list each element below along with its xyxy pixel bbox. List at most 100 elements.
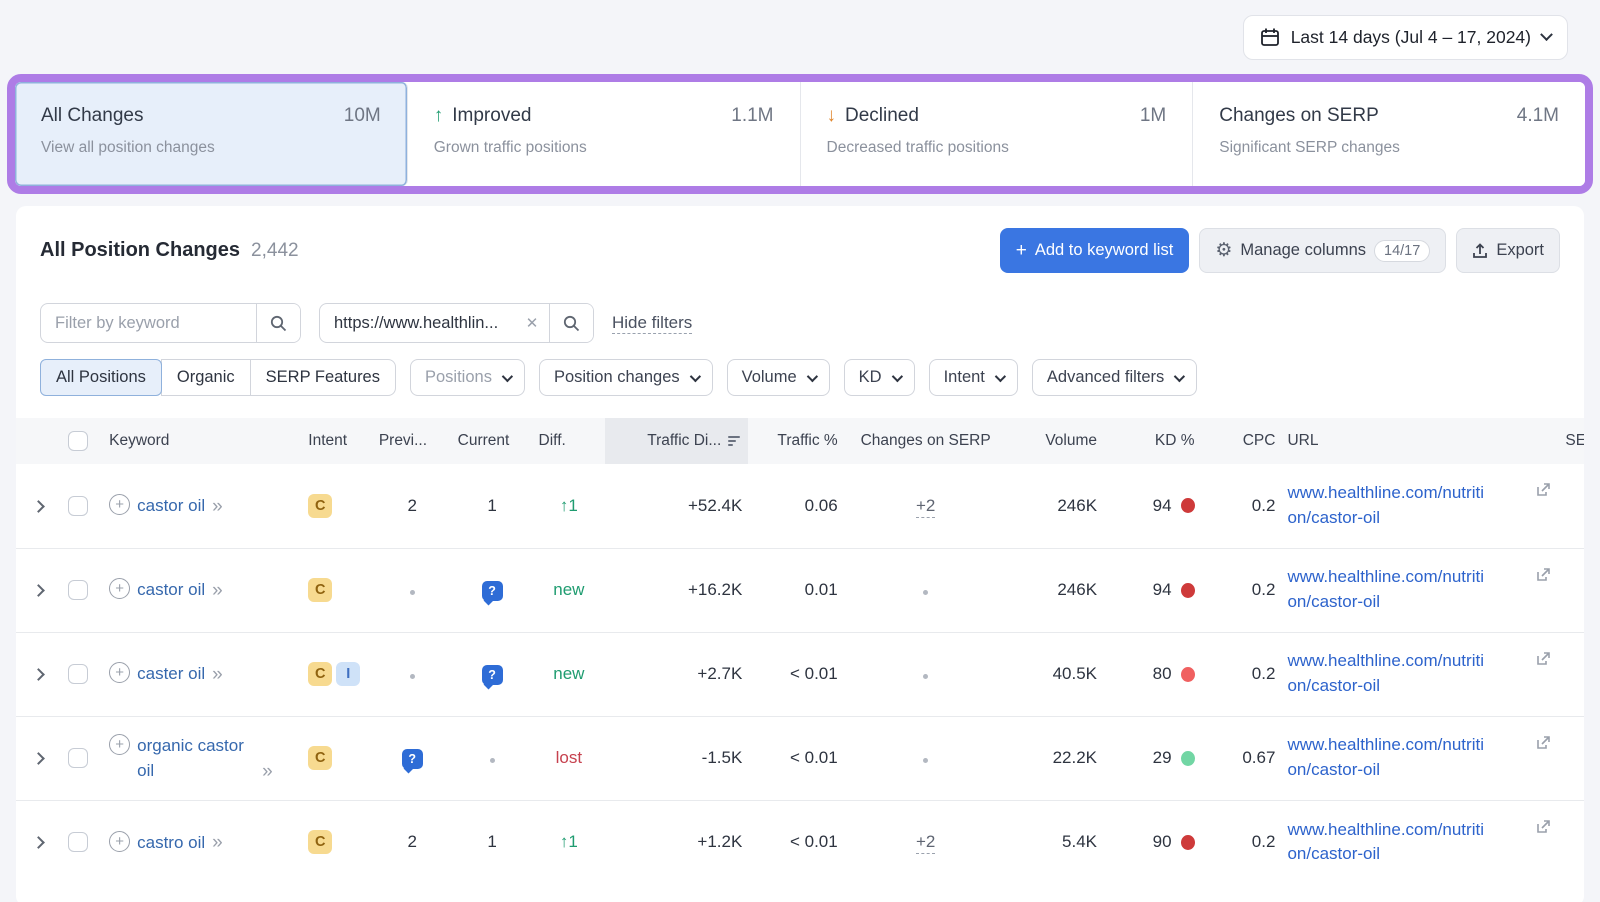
kd-dropdown[interactable]: KD — [844, 359, 915, 396]
positions-dropdown[interactable]: Positions — [410, 359, 525, 396]
select-all-checkbox[interactable] — [68, 431, 88, 451]
header-current[interactable]: Current — [452, 418, 533, 464]
chevron-down-icon — [995, 370, 1006, 381]
position-diff: new — [553, 580, 584, 599]
serp-feature-icon[interactable] — [482, 665, 503, 685]
external-link-icon[interactable] — [1536, 482, 1551, 497]
add-keyword-icon[interactable] — [109, 662, 130, 683]
add-keyword-icon[interactable] — [109, 578, 130, 599]
expand-row-icon[interactable] — [32, 752, 45, 765]
card-title: Changes on SERP — [1219, 105, 1379, 127]
serp-changes-link[interactable]: +2 — [916, 832, 935, 854]
header-cpc[interactable]: CPC — [1201, 418, 1282, 464]
keyword-link[interactable]: castro oil — [137, 830, 205, 856]
keyword-details-icon[interactable] — [212, 496, 223, 519]
expand-row-icon[interactable] — [32, 584, 45, 597]
position-changes-dropdown[interactable]: Position changes — [539, 359, 713, 396]
add-to-keyword-list-button[interactable]: + Add to keyword list — [1000, 228, 1190, 273]
empty-value-dot — [410, 674, 415, 679]
card-subtitle: Grown traffic positions — [434, 139, 774, 157]
header-traffic-diff[interactable]: Traffic Di... — [605, 418, 748, 464]
row-checkbox[interactable] — [68, 832, 88, 852]
card-changes-on-serp[interactable]: Changes on SERP 4.1M Significant SERP ch… — [1193, 82, 1585, 186]
expand-row-icon[interactable] — [32, 836, 45, 849]
url-filter-input[interactable] — [320, 304, 515, 342]
intent-dropdown[interactable]: Intent — [929, 359, 1018, 396]
kd-value: 29 — [1153, 748, 1172, 768]
header-kd[interactable]: KD % — [1103, 418, 1201, 464]
advanced-filters-dropdown[interactable]: Advanced filters — [1032, 359, 1197, 396]
card-title: All Changes — [41, 105, 143, 127]
date-range-label: Last 14 days (Jul 4 – 17, 2024) — [1291, 27, 1531, 48]
export-button[interactable]: Export — [1456, 228, 1560, 273]
url-link[interactable]: www.healthline.com/nutrition/castor-oil — [1287, 565, 1485, 614]
serp-feature-icon[interactable] — [402, 749, 423, 769]
keyword-filter-input[interactable] — [41, 304, 256, 342]
external-link-icon[interactable] — [1536, 735, 1551, 750]
serp-changes-link[interactable]: +2 — [916, 496, 935, 518]
intent-badge: C — [308, 746, 332, 770]
hide-filters-link[interactable]: Hide filters — [612, 313, 692, 334]
card-title: Improved — [452, 105, 531, 127]
url-link[interactable]: www.healthline.com/nutrition/castor-oil — [1287, 733, 1485, 782]
segment-serp-features[interactable]: SERP Features — [250, 359, 396, 396]
keyword-details-icon[interactable] — [212, 580, 223, 603]
volume-dropdown[interactable]: Volume — [727, 359, 830, 396]
row-checkbox[interactable] — [68, 664, 88, 684]
traffic-pct: 0.01 — [748, 548, 843, 632]
url-search-button[interactable] — [549, 304, 593, 342]
header-url[interactable]: URL — [1281, 418, 1559, 464]
date-range-selector[interactable]: Last 14 days (Jul 4 – 17, 2024) — [1243, 15, 1568, 60]
card-improved[interactable]: ↑ Improved 1.1M Grown traffic positions — [408, 82, 801, 186]
page-title: All Position Changes — [40, 239, 240, 262]
traffic-pct: < 0.01 — [748, 632, 843, 716]
keyword-details-icon[interactable] — [212, 832, 223, 855]
empty-value-dot — [923, 590, 928, 595]
external-link-icon[interactable] — [1536, 651, 1551, 666]
row-checkbox[interactable] — [68, 580, 88, 600]
traffic-pct: < 0.01 — [748, 800, 843, 884]
header-serp-changes[interactable]: Changes on SERP — [844, 418, 1008, 464]
keyword-link[interactable]: organic castor oil — [137, 733, 255, 784]
clear-url-icon[interactable]: ✕ — [515, 304, 549, 342]
url-link[interactable]: www.healthline.com/nutrition/castor-oil — [1287, 649, 1485, 698]
serp-feature-icon[interactable] — [482, 581, 503, 601]
external-link-icon[interactable] — [1536, 567, 1551, 582]
url-link[interactable]: www.healthline.com/nutrition/castor-oil — [1287, 818, 1485, 867]
header-volume[interactable]: Volume — [1008, 418, 1103, 464]
external-link-icon[interactable] — [1536, 819, 1551, 834]
row-checkbox[interactable] — [68, 496, 88, 516]
header-previous[interactable]: Previ... — [373, 418, 452, 464]
header-intent[interactable]: Intent — [302, 418, 373, 464]
keyword-link[interactable]: castor oil — [137, 577, 205, 603]
cpc: 0.2 — [1201, 632, 1282, 716]
keyword-link[interactable]: caster oil — [137, 661, 205, 687]
positions-table: Keyword Intent Previ... Current Diff. Tr… — [16, 418, 1584, 884]
card-declined[interactable]: ↓ Declined 1M Decreased traffic position… — [801, 82, 1194, 186]
row-checkbox[interactable] — [68, 748, 88, 768]
empty-value-dot — [490, 758, 495, 763]
segment-organic[interactable]: Organic — [161, 359, 251, 396]
card-all-changes[interactable]: All Changes 10M View all position change… — [15, 82, 408, 186]
keyword-link[interactable]: castor oil — [137, 493, 205, 519]
intent-badge: I — [336, 662, 360, 686]
add-keyword-icon[interactable] — [109, 494, 130, 515]
keyword-search-button[interactable] — [256, 304, 300, 342]
manage-columns-button[interactable]: ⚙ Manage columns 14/17 — [1199, 228, 1446, 273]
traffic-diff: +2.7K — [605, 632, 748, 716]
add-keyword-icon[interactable] — [109, 831, 130, 852]
export-label: Export — [1496, 241, 1544, 260]
add-keyword-icon[interactable] — [109, 734, 130, 755]
header-se[interactable]: SE — [1559, 418, 1584, 464]
url-link[interactable]: www.healthline.com/nutrition/castor-oil — [1287, 481, 1485, 530]
expand-row-icon[interactable] — [32, 500, 45, 513]
header-diff[interactable]: Diff. — [533, 418, 606, 464]
keyword-details-icon[interactable] — [262, 761, 273, 784]
header-keyword[interactable]: Keyword — [103, 418, 302, 464]
keyword-details-icon[interactable] — [212, 664, 223, 687]
kd-value: 94 — [1153, 496, 1172, 516]
arrow-down-icon: ↓ — [827, 105, 837, 127]
segment-all-positions[interactable]: All Positions — [40, 359, 162, 396]
expand-row-icon[interactable] — [32, 668, 45, 681]
header-traffic-pct[interactable]: Traffic % — [748, 418, 843, 464]
